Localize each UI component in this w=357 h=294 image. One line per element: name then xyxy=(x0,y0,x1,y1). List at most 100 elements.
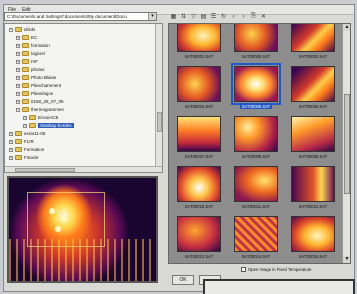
tree-item[interactable]: + Finacle xyxy=(9,154,39,161)
prev-icon[interactable]: ‹ xyxy=(230,14,237,20)
thumbnail-filename: SAT00009.SAT xyxy=(298,154,328,159)
expand-icon[interactable]: + xyxy=(16,75,20,80)
thermal-thumbnail-image[interactable] xyxy=(234,116,278,152)
path-field[interactable]: C:\Documents and Settings\*documents\My … xyxy=(4,12,157,21)
tree-item[interactable]: − thermogrammes xyxy=(16,106,64,113)
thumbnail-item[interactable]: SAT00005.SAT xyxy=(230,63,282,109)
expand-icon[interactable]: + xyxy=(16,67,20,72)
tree-item[interactable]: + logiciel xyxy=(16,50,45,57)
tree-hscroll-thumb[interactable] xyxy=(15,168,75,172)
grid-icon[interactable]: ▤ xyxy=(200,13,207,20)
thermal-thumbnail-image[interactable] xyxy=(291,216,335,252)
expand-icon[interactable]: + xyxy=(9,155,13,160)
tree-item[interactable]: + EnvoiACE xyxy=(23,114,59,121)
expand-icon[interactable]: + xyxy=(16,43,20,48)
thumbnail-item[interactable]: SAT00014.SAT xyxy=(230,216,282,259)
expand-icon[interactable]: + xyxy=(16,35,20,40)
next-icon[interactable]: › xyxy=(240,14,247,20)
thumbnail-item[interactable]: SAT00015.SAT xyxy=(287,216,339,259)
thermal-thumbnail-image[interactable] xyxy=(177,216,221,252)
tree-vertical-scrollbar[interactable] xyxy=(155,24,162,172)
expand-icon[interactable]: + xyxy=(16,59,20,64)
tree-scroll-thumb[interactable] xyxy=(157,112,162,132)
tree-item[interactable]: + photos xyxy=(16,66,45,73)
thumbnail-item[interactable]: SAT00009.SAT xyxy=(287,116,339,159)
thermal-thumbnail-image[interactable] xyxy=(231,63,281,105)
tree-item[interactable]: + Plans/tujos xyxy=(16,90,53,97)
thermal-thumbnail-image[interactable] xyxy=(177,66,221,102)
thermal-thumbnail-image[interactable] xyxy=(177,24,221,52)
tree-item[interactable]: + exrar11-05 xyxy=(9,130,45,137)
grid-vertical-scrollbar[interactable]: ▲ ▼ xyxy=(342,24,350,263)
fixed-temperature-checkbox[interactable] xyxy=(241,267,246,272)
grid-scroll-thumb[interactable] xyxy=(344,94,350,194)
expand-icon[interactable]: + xyxy=(16,99,20,104)
sort-icon[interactable]: ⇅ xyxy=(180,13,187,20)
filter-icon[interactable]: ▽ xyxy=(190,13,197,20)
tree-item-label: IVF xyxy=(31,59,39,64)
expand-icon[interactable]: + xyxy=(9,139,13,144)
fixed-temperature-option[interactable]: Open Image in Fixed Temperature xyxy=(241,267,311,272)
copy-icon[interactable]: ⎘ xyxy=(250,13,257,20)
folder-tree[interactable]: − ahrds + EC + formation + logiciel + IVF + photos +… xyxy=(4,23,163,173)
tree-item[interactable]: + Planchamment xyxy=(16,82,61,89)
collapse-icon[interactable]: − xyxy=(16,107,20,112)
thumbnail-grid[interactable]: ▲ ▼ SAT00001.SAT SAT00002.SAT SAT00003.SAT… xyxy=(168,23,351,264)
tree-item[interactable]: + Formation xyxy=(9,146,44,153)
tree-item[interactable]: − ahrds xyxy=(9,26,35,33)
scroll-up-icon[interactable]: ▲ xyxy=(343,24,350,31)
refresh-icon[interactable]: ↻ xyxy=(220,13,227,20)
thermal-thumbnail-image[interactable] xyxy=(291,66,335,102)
scroll-down-icon[interactable]: ▼ xyxy=(343,256,350,263)
thumbnail-item[interactable]: SAT00013.SAT xyxy=(173,216,225,259)
tree-item[interactable]: + IVF xyxy=(16,58,38,65)
expand-icon[interactable]: + xyxy=(9,147,13,152)
folder-icon xyxy=(15,155,22,160)
expand-icon[interactable]: + xyxy=(16,51,20,56)
tree-item[interactable]: + Stasbay-bordes xyxy=(23,122,74,129)
thermal-thumbnail-image[interactable] xyxy=(177,116,221,152)
ok-button[interactable]: OK xyxy=(172,275,194,285)
thumbnail-item[interactable]: SAT00008.SAT xyxy=(230,116,282,159)
thumbnail-item[interactable]: SAT00002.SAT xyxy=(230,24,282,59)
thermal-thumbnail-image[interactable] xyxy=(291,116,335,152)
chevron-down-icon[interactable]: ▾ xyxy=(148,13,156,20)
thumbnail-item[interactable]: SAT00006.SAT xyxy=(287,66,339,109)
tree-item-label: FLIR xyxy=(24,139,34,144)
tree-item[interactable]: + FLIR xyxy=(9,138,34,145)
expand-icon[interactable]: + xyxy=(16,83,20,88)
thumbnail-filename: SAT00005.SAT xyxy=(239,104,273,109)
thumbnail-item[interactable]: SAT00003.SAT xyxy=(287,24,339,59)
folder-icon xyxy=(22,83,29,88)
collapse-icon[interactable]: − xyxy=(9,27,13,32)
thumbnail-item[interactable]: SAT00004.SAT xyxy=(173,66,225,109)
tree-item[interactable]: + formation xyxy=(16,42,50,49)
tree-item[interactable]: +0168_25_07_05 xyxy=(16,98,64,105)
thermal-thumbnail-image[interactable] xyxy=(291,166,335,202)
folder-icon xyxy=(15,147,22,152)
expand-icon[interactable]: + xyxy=(16,91,20,96)
expand-icon[interactable]: + xyxy=(9,131,13,136)
tree-item-label: Stasbay-bordes xyxy=(38,123,74,128)
thermal-thumbnail-image[interactable] xyxy=(234,166,278,202)
tree-item[interactable]: + Photo Blaise xyxy=(16,74,56,81)
thumbnail-item[interactable]: SAT00007.SAT xyxy=(173,116,225,159)
folder-icon xyxy=(22,59,29,64)
expand-icon[interactable]: + xyxy=(23,123,27,128)
list-icon[interactable]: ☰ xyxy=(210,13,217,20)
thermal-thumbnail-image[interactable] xyxy=(234,24,278,52)
thumbnail-view-icon[interactable]: ▦ xyxy=(170,13,177,20)
thumbnail-item[interactable]: SAT00001.SAT xyxy=(173,24,225,59)
expand-icon[interactable]: + xyxy=(23,115,27,120)
overlapping-dialog xyxy=(203,279,355,294)
thermal-thumbnail-image[interactable] xyxy=(234,216,278,252)
thermal-thumbnail-image[interactable] xyxy=(291,24,335,52)
tree-horizontal-scrollbar[interactable] xyxy=(5,166,162,172)
thermal-thumbnail-image[interactable] xyxy=(177,166,221,202)
tree-item[interactable]: + EC xyxy=(16,34,37,41)
thumbnail-item[interactable]: SAT00012.SAT xyxy=(287,166,339,209)
delete-icon[interactable]: ✕ xyxy=(260,13,267,20)
thumbnail-item[interactable]: SAT00010.SAT xyxy=(173,166,225,209)
thumbnail-item[interactable]: SAT00011.SAT xyxy=(230,166,282,209)
thumbnail-filename: SAT00013.SAT xyxy=(184,254,214,259)
